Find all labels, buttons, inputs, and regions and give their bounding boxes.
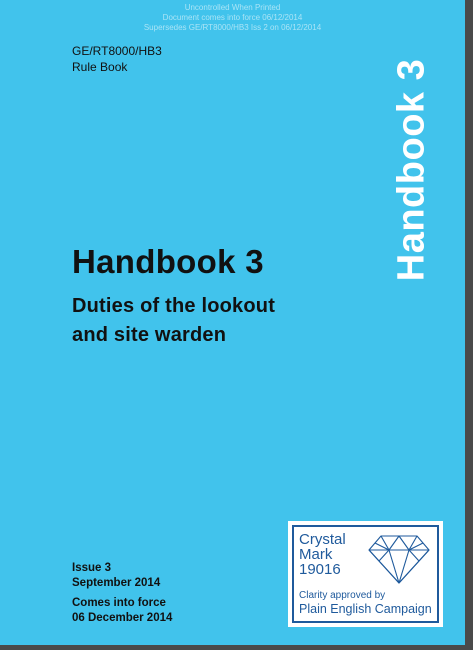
watermark-line: Document comes into force 06/12/2014 [162,13,303,22]
issue-date: September 2014 [72,576,161,589]
crystal-mark-frame: Crystal Mark 19016 Clarity approved by P… [292,525,439,623]
crystal-mark-approved: Clarity approved by [299,590,386,601]
side-title: Handbook 3 [390,58,433,282]
watermark: Uncontrolled When Printed Document comes… [0,3,465,33]
document-reference: GE/RT8000/HB3 Rule Book [72,43,162,75]
crystal-mark-logo: Crystal Mark 19016 Clarity approved by P… [288,521,443,627]
issue-number: Issue 3 [72,562,111,574]
cover-page: Uncontrolled When Printed Document comes… [0,0,465,645]
document-type: Rule Book [72,60,128,74]
subtitle-line: and site warden [72,324,227,346]
force-date: 06 December 2014 [72,611,173,624]
watermark-line: Supersedes GE/RT8000/HB3 Iss 2 on 06/12/… [143,23,322,32]
document-code: GE/RT8000/HB3 [72,44,162,58]
subtitle-line: Duties of the lookout [72,295,276,317]
page-title: Handbook 3 [72,243,264,280]
crystal-mark-line: Mark [299,546,333,563]
diamond-icon [368,535,430,584]
crystal-mark-campaign: Plain English Campaign [299,602,432,616]
page-subtitle: Duties of the lookout and site warden [72,292,275,350]
issue-info: Issue 3 September 2014 Comes into force … [72,561,172,625]
watermark-line: Uncontrolled When Printed [184,3,281,12]
crystal-mark-line: Crystal [299,531,346,548]
force-label: Comes into force [72,597,166,609]
crystal-mark-number: 19016 [299,561,341,578]
crystal-mark-heading: Crystal Mark 19016 [299,532,346,577]
